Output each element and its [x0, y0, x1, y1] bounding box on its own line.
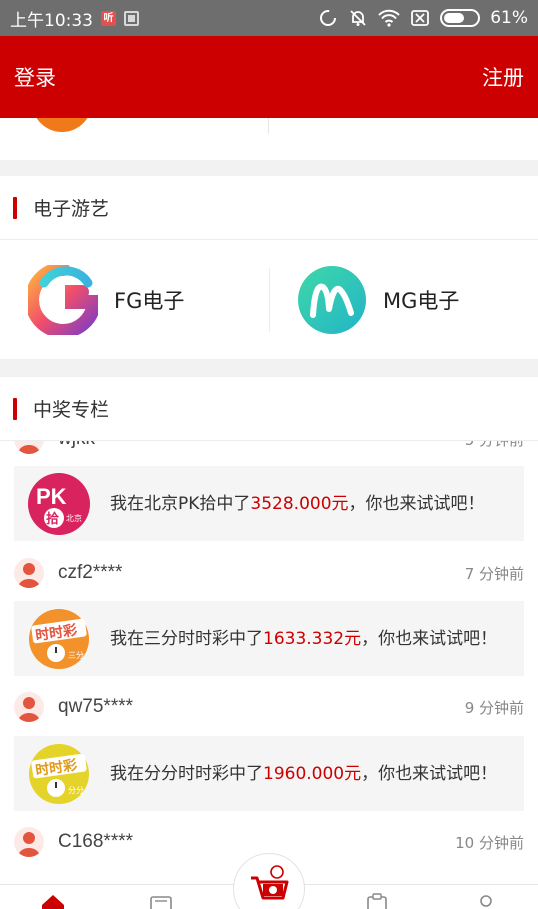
- status-bar: 上午10:33 听 61%: [0, 0, 538, 36]
- message-text: 我在三分时时彩中了: [110, 628, 263, 649]
- game-label: FG电子: [114, 288, 185, 313]
- section-accent-bar: [13, 196, 17, 219]
- game-item-fg[interactable]: FG电子: [0, 240, 269, 359]
- pk-icon-sub: 拾: [46, 511, 59, 527]
- win-message: 我在北京PK拾中了3528.000元，你也来试试吧！: [110, 492, 500, 516]
- battery-level: [444, 13, 464, 23]
- winner-time: 5 分钟前: [465, 441, 524, 450]
- list-item: wjkk 5 分钟前: [0, 441, 538, 459]
- ssc-icon-sub: 分分: [68, 786, 84, 795]
- avatar: [14, 692, 44, 722]
- scrolled-card-remnant: [0, 72, 538, 160]
- game-label: MG电子: [383, 288, 460, 313]
- section-accent-bar: [13, 397, 17, 420]
- app-header: 登录 注册: [0, 36, 538, 118]
- winners-list: wjkk 5 分钟前 PK 拾 北京 我在北京PK拾中了3528.000元，你也…: [0, 441, 538, 884]
- message-text: ，你也来试试吧！: [361, 628, 498, 649]
- wifi-icon: [378, 9, 400, 27]
- winner-username: C168****: [58, 831, 133, 852]
- win-message: 我在分分时时彩中了1960.000元，你也来试试吧！: [110, 762, 500, 786]
- nav-home-icon[interactable]: [40, 891, 66, 909]
- winner-time: 10 分钟前: [455, 833, 524, 852]
- battery-percent: 61%: [490, 8, 528, 28]
- status-time: 上午10:33: [10, 10, 93, 31]
- mute-bell-icon: [348, 8, 368, 28]
- news-app-icon: 听: [101, 10, 116, 26]
- winner-time: 7 分钟前: [464, 564, 524, 583]
- pk10-icon: PK 拾 北京: [28, 472, 90, 535]
- list-item: czf2**** 7 分钟前: [0, 553, 538, 593]
- pk-icon-text: PK: [36, 484, 67, 509]
- list-item: qw75**** 9 分钟前: [0, 687, 538, 727]
- win-message: 我在三分时时彩中了1633.332元，你也来试试吧！: [110, 627, 500, 651]
- win-amount: 1633.332元: [263, 628, 362, 649]
- notification-icon: [124, 10, 139, 26]
- login-button[interactable]: 登录: [14, 62, 56, 92]
- shopping-cart-icon: [251, 865, 289, 900]
- game-item-mg[interactable]: MG电子: [269, 240, 538, 359]
- message-text: 我在分分时时彩中了: [110, 763, 263, 784]
- winner-time: 9 分钟前: [464, 698, 524, 717]
- card-divider: [268, 118, 269, 134]
- winner-username: czf2****: [58, 562, 123, 583]
- winner-username: qw75****: [58, 696, 133, 717]
- register-button[interactable]: 注册: [482, 62, 524, 92]
- nav-record-icon[interactable]: [364, 891, 390, 909]
- win-message-card[interactable]: 时时彩 分分 我在分分时时彩中了1960.000元，你也来试试吧！: [14, 736, 524, 811]
- section-title: 电子游艺: [33, 198, 110, 220]
- fg-logo-icon: [28, 264, 98, 335]
- win-amount: 3528.000元: [250, 493, 349, 514]
- nav-profile-icon[interactable]: [475, 891, 497, 909]
- pk-icon-city: 北京: [66, 513, 82, 523]
- games-section-header: 电子游艺: [0, 176, 538, 240]
- ssc-icon-sub: 三分: [68, 651, 84, 660]
- win-message-card[interactable]: PK 拾 北京 我在北京PK拾中了3528.000元，你也来试试吧！: [14, 466, 524, 541]
- avatar: [14, 441, 44, 454]
- ssc-3min-icon: 时时彩 三分: [28, 608, 90, 670]
- win-message-card[interactable]: 时时彩 三分 我在三分时时彩中了1633.332元，你也来试试吧！: [14, 601, 524, 676]
- avatar: [14, 827, 44, 857]
- sync-icon: [318, 8, 338, 28]
- mg-logo-icon: [297, 265, 367, 335]
- winners-section-header: 中奖专栏: [0, 377, 538, 441]
- battery-icon: [440, 9, 481, 27]
- section-title: 中奖专栏: [33, 399, 110, 421]
- winner-username: wjkk: [58, 441, 95, 450]
- nav-lottery-icon[interactable]: [148, 891, 174, 909]
- message-text: 我在北京PK拾中了: [110, 493, 251, 514]
- ssc-1min-icon: 时时彩 分分: [28, 743, 90, 805]
- no-sim-icon: [410, 9, 430, 27]
- games-grid: FG电子 MG电子: [0, 240, 538, 359]
- avatar: [14, 558, 44, 588]
- message-text: ，你也来试试吧！: [348, 493, 485, 514]
- message-text: ，你也来试试吧！: [361, 763, 498, 784]
- win-amount: 1960.000元: [263, 763, 362, 784]
